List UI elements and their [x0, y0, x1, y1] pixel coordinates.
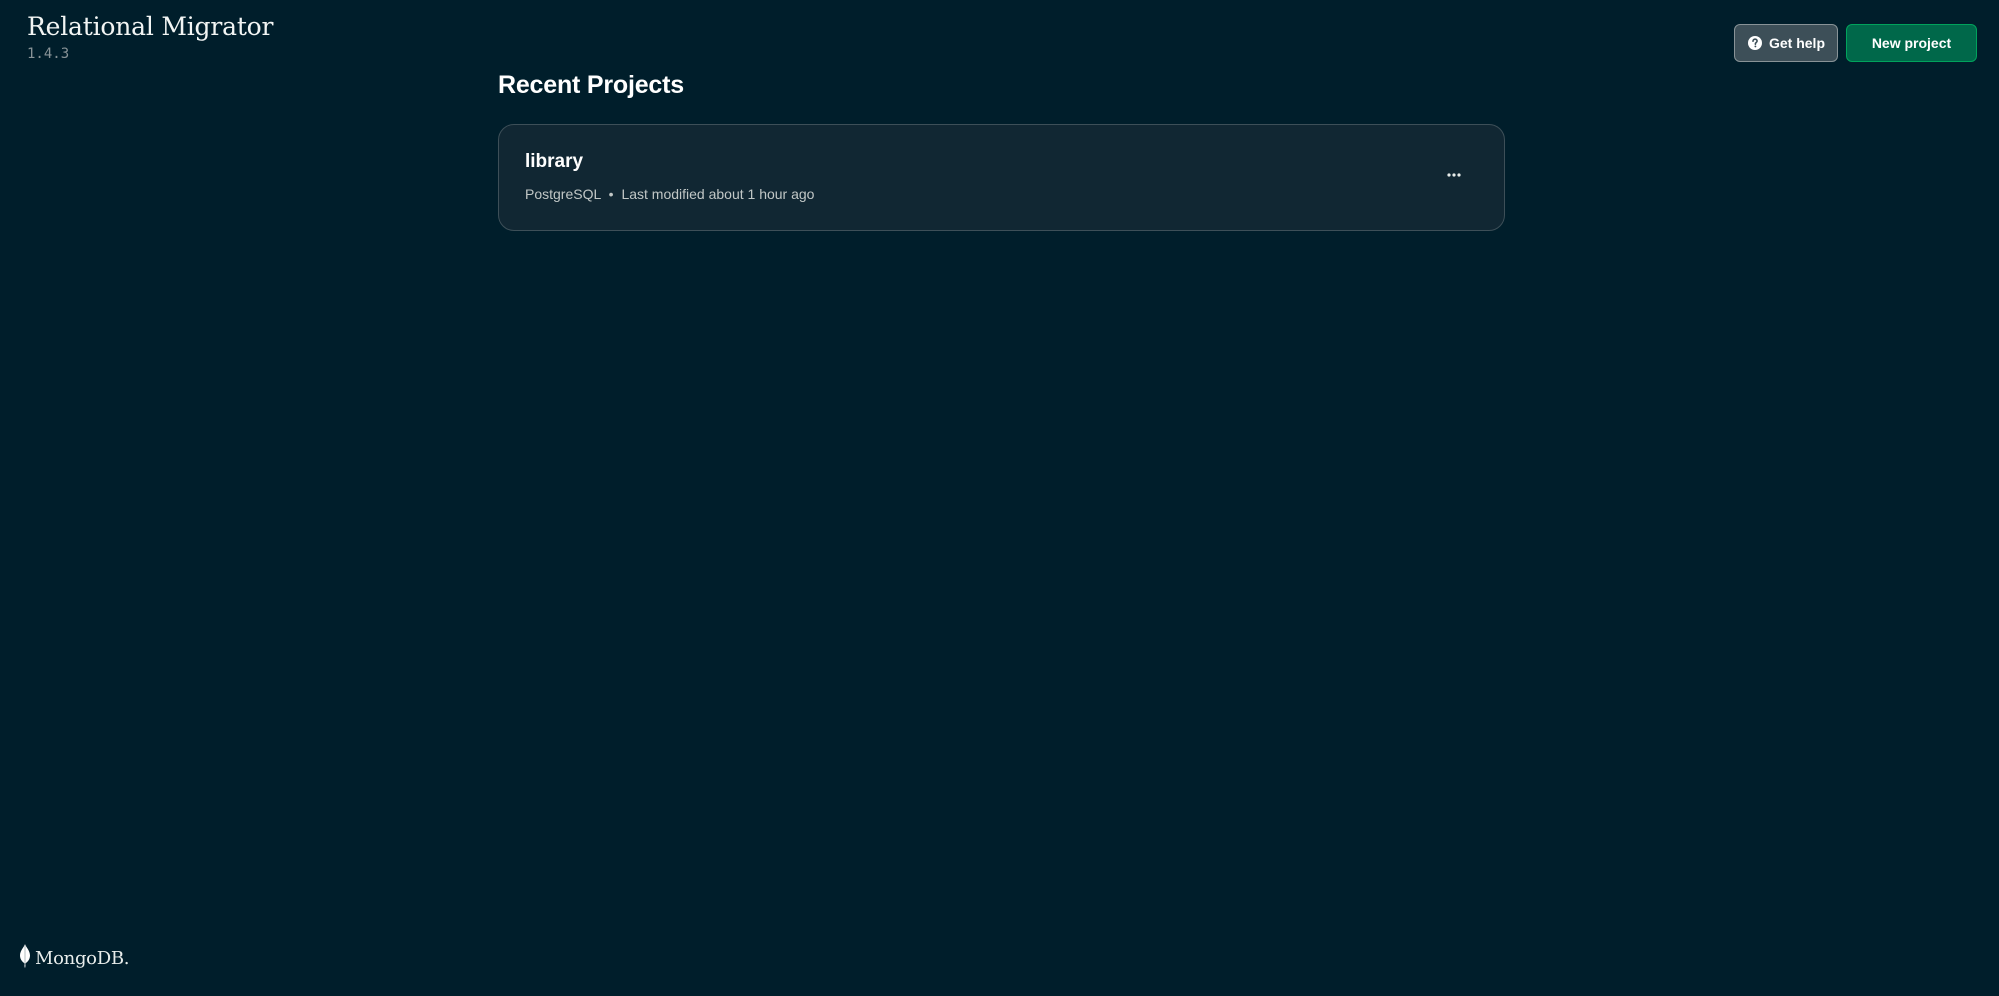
new-project-button[interactable]: New project: [1846, 24, 1977, 62]
new-project-label: New project: [1871, 35, 1952, 51]
mongodb-logo: MongoDB.: [19, 944, 130, 973]
leaf-icon: [19, 944, 31, 973]
project-database: PostgreSQL: [525, 186, 601, 202]
get-help-button[interactable]: Get help: [1734, 24, 1838, 62]
app-title: Relational Migrator: [27, 12, 274, 41]
page-title: Recent Projects: [498, 71, 684, 99]
mongodb-logo-text: MongoDB.: [35, 948, 130, 969]
app-version: 1.4.3: [27, 46, 70, 62]
project-modified: Last modified about 1 hour ago: [621, 186, 815, 202]
app-root: Relational Migrator 1.4.3 Get help New p…: [0, 0, 1999, 996]
ellipsis-icon: [1446, 167, 1462, 188]
question-circle-icon: [1747, 35, 1763, 51]
project-meta: PostgreSQL • Last modified about 1 hour …: [525, 186, 814, 202]
get-help-label: Get help: [1768, 35, 1825, 51]
meta-separator: •: [608, 186, 614, 202]
header-actions: Get help New project: [1734, 24, 1977, 62]
project-name: library: [525, 151, 584, 172]
project-card[interactable]: library PostgreSQL • Last modified about…: [498, 124, 1505, 231]
project-more-button[interactable]: [1440, 163, 1468, 191]
app-brand: Relational Migrator 1.4.3: [27, 12, 273, 62]
main-content: Recent Projects library PostgreSQL • Las…: [498, 66, 1505, 231]
